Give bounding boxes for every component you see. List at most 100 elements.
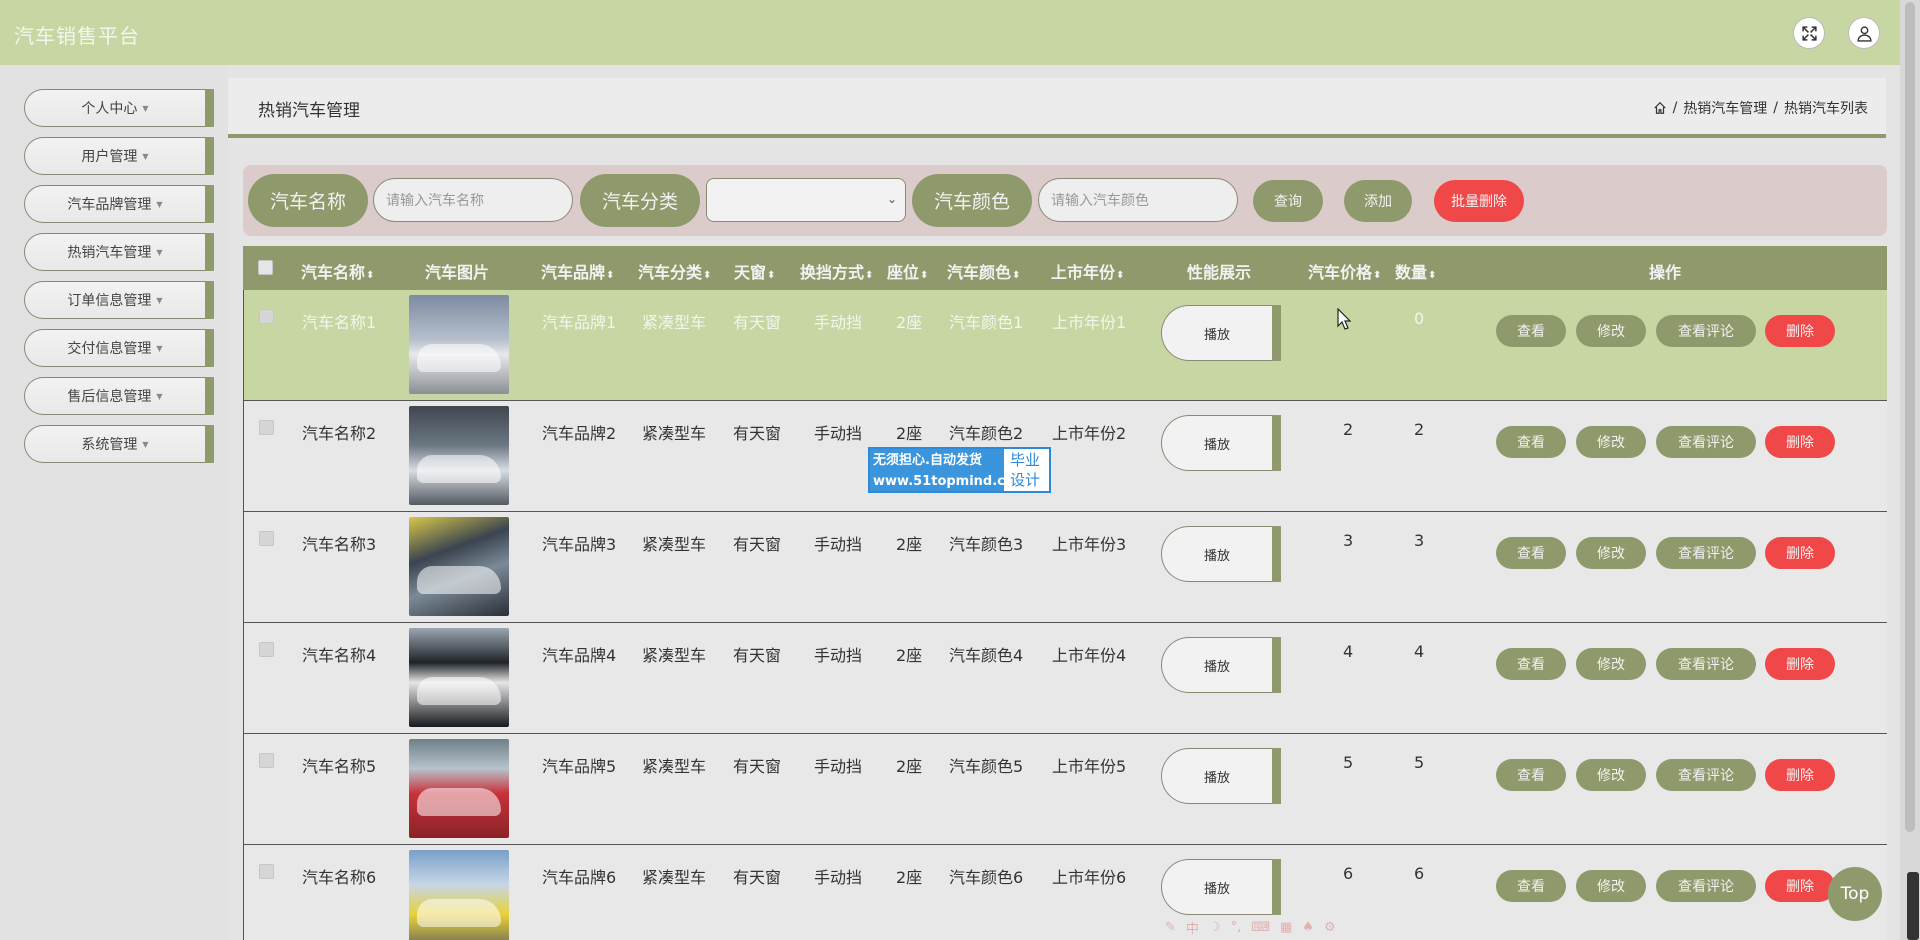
view-comments-button[interactable]: 查看评论	[1656, 870, 1756, 902]
sidebar-item-brands[interactable]: 汽车品牌管理 ▼	[24, 185, 214, 223]
play-button[interactable]: 播放	[1161, 637, 1281, 693]
table-row[interactable]: 汽车名称5 汽车品牌5 紧凑型车 有天窗 手动挡 2座 汽车颜色5 上市年份5 …	[243, 734, 1887, 845]
column-header-seats[interactable]: 座位⬍	[887, 259, 928, 283]
sidebar-item-users[interactable]: 用户管理 ▼	[24, 137, 214, 175]
edit-button[interactable]: 修改	[1576, 537, 1646, 569]
car-image[interactable]	[409, 517, 509, 616]
table-row[interactable]: 汽车名称1 汽车品牌1 紧凑型车 有天窗 手动挡 2座 汽车颜色1 上市年份1 …	[243, 290, 1887, 401]
delete-button[interactable]: 删除	[1765, 426, 1835, 458]
delete-button[interactable]: 删除	[1765, 648, 1835, 680]
view-button[interactable]: 查看	[1496, 759, 1566, 791]
sort-icon[interactable]: ⬍	[920, 270, 928, 281]
select-all-checkbox[interactable]	[258, 260, 273, 275]
sidebar-item-hot-cars[interactable]: 热销汽车管理 ▼	[24, 233, 214, 271]
view-comments-button[interactable]: 查看评论	[1656, 648, 1756, 680]
sort-icon[interactable]: ⬍	[366, 270, 374, 281]
column-header-transmission[interactable]: 换挡方式⬍	[800, 259, 873, 283]
row-checkbox[interactable]	[259, 864, 274, 879]
car-image[interactable]	[409, 406, 509, 505]
car-image[interactable]	[409, 628, 509, 727]
table-row[interactable]: 汽车名称4 汽车品牌4 紧凑型车 有天窗 手动挡 2座 汽车颜色4 上市年份4 …	[243, 623, 1887, 734]
car-color-input[interactable]: 请输入汽车颜色	[1038, 178, 1238, 222]
delete-button[interactable]: 删除	[1765, 870, 1835, 902]
car-image[interactable]	[409, 295, 509, 394]
delete-button[interactable]: 删除	[1765, 537, 1835, 569]
sort-icon[interactable]: ⬍	[865, 270, 873, 281]
delete-button[interactable]: 删除	[1765, 759, 1835, 791]
sidebar-item-after-sales[interactable]: 售后信息管理 ▼	[24, 377, 214, 415]
column-header-category[interactable]: 汽车分类⬍	[638, 259, 711, 283]
edit-button[interactable]: 修改	[1576, 315, 1646, 347]
caret-down-icon: ▼	[142, 151, 149, 161]
play-button[interactable]: 播放	[1161, 859, 1281, 915]
view-button[interactable]: 查看	[1496, 315, 1566, 347]
play-button[interactable]: 播放	[1161, 305, 1281, 361]
column-header-name[interactable]: 汽车名称⬍	[301, 259, 374, 283]
quantity-cell: 5	[1414, 753, 1425, 772]
category-cell: 紧凑型车	[642, 757, 707, 776]
sort-icon[interactable]: ⬍	[767, 270, 775, 281]
table-row[interactable]: 汽车名称3 汽车品牌3 紧凑型车 有天窗 手动挡 2座 汽车颜色3 上市年份3 …	[243, 512, 1887, 623]
car-category-select[interactable]: ⌄	[706, 178, 906, 222]
column-header-sunroof[interactable]: 天窗⬍	[734, 259, 775, 283]
view-comments-button[interactable]: 查看评论	[1656, 759, 1756, 791]
column-header-quantity[interactable]: 数量⬍	[1395, 259, 1436, 283]
batch-delete-button[interactable]: 批量删除	[1434, 180, 1524, 222]
play-button[interactable]: 播放	[1161, 526, 1281, 582]
breadcrumb-item[interactable]: 热销汽车管理	[1683, 98, 1767, 118]
column-header-price[interactable]: 汽车价格⬍	[1308, 259, 1381, 283]
sidebar-item-personal-center[interactable]: 个人中心 ▼	[24, 89, 214, 127]
page-title: 热销汽车管理	[258, 101, 360, 121]
delete-button[interactable]: 删除	[1765, 315, 1835, 347]
view-button[interactable]: 查看	[1496, 870, 1566, 902]
row-checkbox[interactable]	[259, 309, 274, 324]
sort-icon[interactable]: ⬍	[1428, 270, 1436, 281]
table-row[interactable]: 汽车名称6 汽车品牌6 紧凑型车 有天窗 手动挡 2座 汽车颜色6 上市年份6 …	[243, 845, 1887, 940]
sidebar-item-label: 交付信息管理	[67, 341, 152, 357]
column-header-color[interactable]: 汽车颜色⬍	[947, 259, 1020, 283]
sort-icon[interactable]: ⬍	[1116, 270, 1124, 281]
view-button[interactable]: 查看	[1496, 426, 1566, 458]
view-comments-button[interactable]: 查看评论	[1656, 315, 1756, 347]
edit-button[interactable]: 修改	[1576, 870, 1646, 902]
car-silhouette	[417, 344, 501, 372]
back-to-top-button[interactable]: Top	[1828, 867, 1882, 921]
row-checkbox[interactable]	[259, 642, 274, 657]
sort-icon[interactable]: ⬍	[1373, 270, 1381, 281]
year-cell: 上市年份4	[1052, 646, 1127, 665]
home-icon[interactable]	[1653, 101, 1667, 115]
column-header-brand[interactable]: 汽车品牌⬍	[541, 259, 614, 283]
column-label: 汽车颜色	[947, 263, 1012, 282]
play-button[interactable]: 播放	[1161, 748, 1281, 804]
sort-icon[interactable]: ⬍	[606, 270, 614, 281]
edit-button[interactable]: 修改	[1576, 426, 1646, 458]
page-scrollbar[interactable]	[1900, 0, 1920, 940]
row-checkbox[interactable]	[259, 420, 274, 435]
car-image[interactable]	[409, 739, 509, 838]
sidebar-item-system[interactable]: 系统管理 ▼	[24, 425, 214, 463]
scrollbar-thumb[interactable]	[1905, 2, 1915, 832]
car-name-input[interactable]: 请输入汽车名称	[373, 178, 573, 222]
column-header-image: 汽车图片	[425, 263, 490, 282]
sidebar-item-delivery[interactable]: 交付信息管理 ▼	[24, 329, 214, 367]
view-button[interactable]: 查看	[1496, 537, 1566, 569]
view-button[interactable]: 查看	[1496, 648, 1566, 680]
table-row[interactable]: 汽车名称2 汽车品牌2 紧凑型车 有天窗 手动挡 2座 汽车颜色2 上市年份2 …	[243, 401, 1887, 512]
user-icon[interactable]	[1848, 17, 1880, 49]
row-checkbox[interactable]	[259, 531, 274, 546]
column-header-year[interactable]: 上市年份⬍	[1051, 259, 1124, 283]
edit-button[interactable]: 修改	[1576, 759, 1646, 791]
view-comments-button[interactable]: 查看评论	[1656, 426, 1756, 458]
car-image[interactable]	[409, 850, 509, 940]
query-button[interactable]: 查询	[1253, 180, 1323, 222]
sidebar-item-orders[interactable]: 订单信息管理 ▼	[24, 281, 214, 319]
sort-icon[interactable]: ⬍	[703, 270, 711, 281]
row-checkbox[interactable]	[259, 753, 274, 768]
car-silhouette	[417, 455, 501, 483]
edit-button[interactable]: 修改	[1576, 648, 1646, 680]
sort-icon[interactable]: ⬍	[1012, 270, 1020, 281]
add-button[interactable]: 添加	[1344, 180, 1412, 222]
play-button[interactable]: 播放	[1161, 415, 1281, 471]
expand-icon[interactable]	[1793, 17, 1825, 49]
view-comments-button[interactable]: 查看评论	[1656, 537, 1756, 569]
